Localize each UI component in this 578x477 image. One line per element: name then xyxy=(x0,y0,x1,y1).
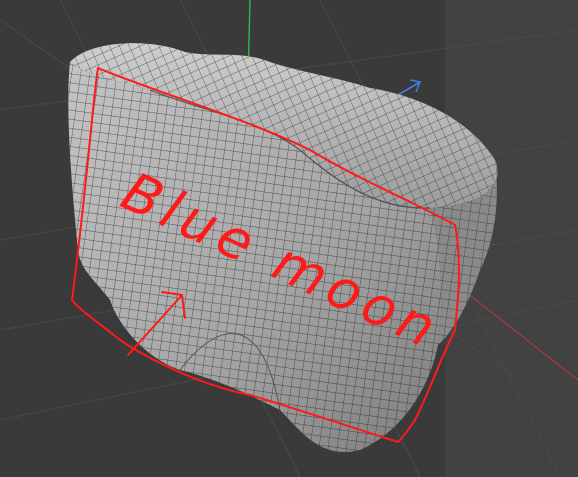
viewport-canvas[interactable]: Blue moon xyxy=(0,0,578,477)
z-axis-gizmo-icon xyxy=(397,79,422,96)
3d-viewport[interactable]: Blue moon xyxy=(0,0,578,477)
